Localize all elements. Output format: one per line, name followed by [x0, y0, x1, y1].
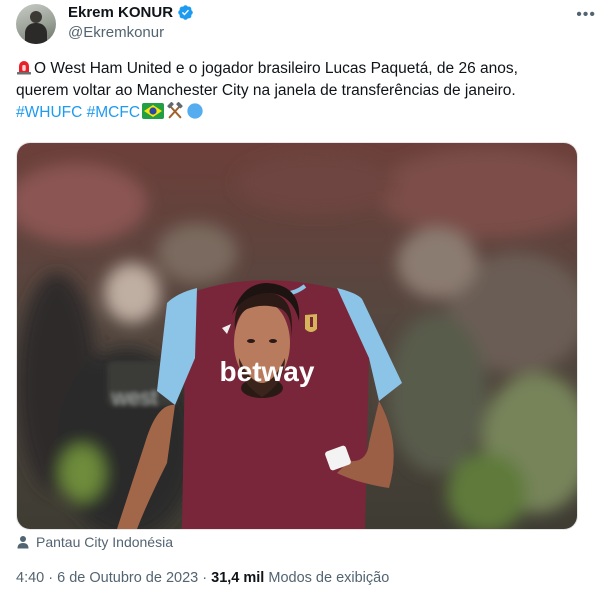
siren-icon — [17, 61, 31, 75]
verified-badge-icon — [178, 5, 193, 20]
location-tag[interactable]: Pantau City Indonésia — [16, 534, 173, 550]
author-name-row[interactable]: Ekrem KONUR — [68, 4, 194, 21]
person-icon — [17, 536, 29, 549]
tweet-date[interactable]: 6 de Outubro de 2023 — [57, 570, 198, 586]
blue-circle-icon — [187, 103, 203, 119]
brazil-flag-icon — [142, 103, 165, 119]
tweet-line-2: querem voltar ao Manchester City na jane… — [16, 82, 516, 99]
hashtag-mcfc[interactable]: #MCFC — [87, 104, 140, 121]
more-options-icon[interactable]: ••• — [576, 6, 596, 24]
svg-text:west: west — [111, 385, 157, 410]
tweet-meta: 4:40 · 6 de Outubro de 2023 · 31,4 mil M… — [16, 570, 389, 586]
views-label[interactable]: Modos de exibição — [268, 570, 389, 586]
author-name[interactable]: Ekrem KONUR — [68, 4, 173, 21]
tweet-photo[interactable]: west betway — [16, 142, 578, 530]
shirt-sponsor: betway — [220, 356, 315, 387]
tweet-line-1: O West Ham United e o jogador brasileiro… — [34, 60, 518, 77]
location-label[interactable]: Pantau City Indonésia — [36, 534, 173, 550]
tweet-text: O West Ham United e o jogador brasileiro… — [16, 58, 596, 124]
hashtag-whufc[interactable]: #WHUFC — [16, 104, 82, 121]
meta-separator-2: · — [202, 570, 208, 586]
author-avatar[interactable] — [16, 4, 56, 44]
hammers-icon — [167, 102, 183, 119]
author-handle[interactable]: @Ekremkonur — [68, 24, 164, 41]
views-count[interactable]: 31,4 mil — [211, 570, 264, 586]
meta-separator: · — [48, 570, 54, 586]
tweet-time[interactable]: 4:40 — [16, 570, 44, 586]
player-photo: west betway — [17, 143, 577, 529]
